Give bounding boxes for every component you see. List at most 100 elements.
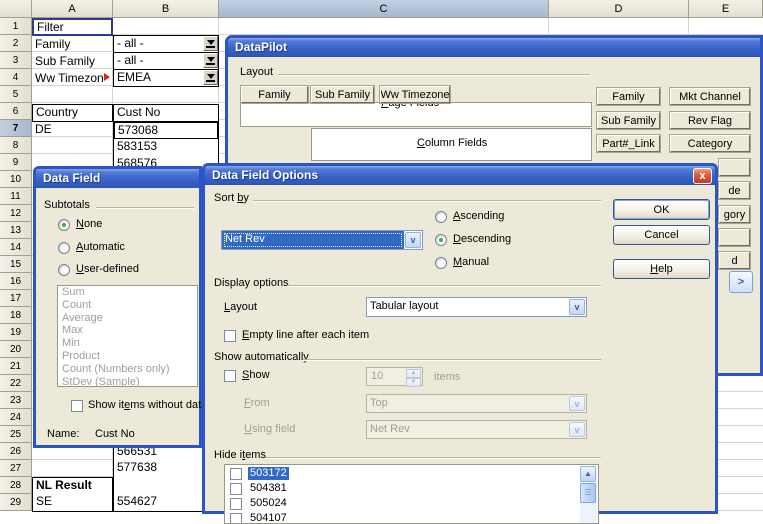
cell-a29[interactable]: SE <box>32 494 113 512</box>
radio-manual[interactable] <box>435 257 447 269</box>
hide-item-row[interactable]: 503172 <box>225 466 580 481</box>
cell-b4[interactable]: EMEA <box>113 69 219 87</box>
data-field-titlebar[interactable]: Data Field <box>36 169 199 188</box>
row-header-21[interactable]: 21 <box>0 358 31 375</box>
field-button-mktchannel[interactable]: Mkt Channel <box>670 88 750 105</box>
field-button-clipped-2[interactable]: de <box>719 182 750 199</box>
help-button[interactable]: Help <box>613 259 710 279</box>
ok-button[interactable]: OK <box>613 199 710 220</box>
row-header-9[interactable]: 9 <box>0 154 31 171</box>
cell-a4[interactable]: Ww Timezon <box>35 72 103 85</box>
row-header-27[interactable]: 27 <box>0 460 31 477</box>
col-header-B[interactable]: B <box>113 0 219 18</box>
layout-combobox[interactable]: Tabular layout v <box>366 297 587 317</box>
pagefield-button-family[interactable]: Family <box>241 86 308 103</box>
row-header-22[interactable]: 22 <box>0 375 31 392</box>
cell-a7[interactable]: DE <box>35 123 111 136</box>
field-button-clipped-1[interactable] <box>719 159 750 176</box>
radio-descending[interactable] <box>435 234 447 246</box>
field-button-subfamily[interactable]: Sub Family <box>597 112 660 129</box>
hide-item-row[interactable]: 504381 <box>225 481 580 496</box>
row-header-13[interactable]: 13 <box>0 222 31 239</box>
spin-down-icon[interactable]: ▼ <box>406 378 421 387</box>
row-header-7[interactable]: 7 <box>0 120 31 137</box>
row-header-11[interactable]: 11 <box>0 188 31 205</box>
spin-up-icon[interactable]: ▲ <box>406 369 421 378</box>
show-items-checkbox[interactable] <box>71 400 83 412</box>
row-header-28[interactable]: 28 <box>0 477 31 494</box>
pagefield-button-wwtimezone[interactable]: Ww Timezone <box>380 86 450 103</box>
cell-b3[interactable]: - all - <box>113 52 219 70</box>
chevron-down-icon[interactable]: v <box>405 232 421 248</box>
cell-b2[interactable]: - all - <box>113 35 219 53</box>
page-field-dropdown-b2[interactable] <box>203 36 218 51</box>
items-count-spinner[interactable]: 10 ▲▼ <box>366 367 423 386</box>
subtotal-functions-list[interactable]: SumCountAverageMaxMinProductCount (Numbe… <box>57 285 198 387</box>
hide-items-list[interactable]: 503172504381505024504107 ▲ ☰ <box>224 464 599 524</box>
scroll-up-icon[interactable]: ▲ <box>580 466 596 482</box>
field-button-clipped-4[interactable] <box>719 229 750 246</box>
radio-user-defined[interactable] <box>58 264 70 276</box>
row-header-2[interactable]: 2 <box>0 35 31 52</box>
field-button-family[interactable]: Family <box>597 88 660 105</box>
col-header-C[interactable]: C <box>219 0 549 18</box>
row-header-18[interactable]: 18 <box>0 307 31 324</box>
field-button-partlink[interactable]: Part#_Link <box>597 135 660 152</box>
row-header-25[interactable]: 25 <box>0 426 31 443</box>
col-header-E[interactable]: E <box>689 0 763 18</box>
cell-a28[interactable]: NL Result <box>32 477 113 495</box>
cell-a1[interactable]: Filter <box>32 18 113 36</box>
sort-field-combobox[interactable]: Net Rev v <box>221 230 423 250</box>
hide-item-checkbox[interactable] <box>230 483 242 495</box>
from-combobox[interactable]: Top v <box>366 394 587 413</box>
cell-b8[interactable]: 583153 <box>113 139 219 157</box>
row-header-23[interactable]: 23 <box>0 392 31 409</box>
cell-a6[interactable]: Country <box>32 104 113 122</box>
more-button[interactable]: > <box>729 271 753 293</box>
row-header-10[interactable]: 10 <box>0 171 31 188</box>
row-header-6[interactable]: 6 <box>0 103 31 120</box>
scrollbar-thumb[interactable]: ☰ <box>580 483 596 503</box>
radio-none[interactable] <box>58 219 70 231</box>
cell-b6[interactable]: Cust No <box>113 104 219 122</box>
spinner-buttons[interactable]: ▲▼ <box>406 369 421 384</box>
row-header-29[interactable]: 29 <box>0 494 31 511</box>
col-header-A[interactable]: A <box>32 0 113 18</box>
radio-automatic[interactable] <box>58 242 70 254</box>
row-header-1[interactable]: 1 <box>0 18 31 35</box>
chevron-down-icon[interactable]: v <box>569 299 585 315</box>
row-header-12[interactable]: 12 <box>0 205 31 222</box>
row-header-16[interactable]: 16 <box>0 273 31 290</box>
row-header-17[interactable]: 17 <box>0 290 31 307</box>
empty-line-checkbox[interactable] <box>224 330 236 342</box>
page-fields-dropzone[interactable]: Page Fields <box>240 102 592 127</box>
show-checkbox[interactable] <box>224 370 236 382</box>
row-header-15[interactable]: 15 <box>0 256 31 273</box>
column-fields-dropzone[interactable]: Column Fields <box>311 128 592 161</box>
row-header-4[interactable]: 4 <box>0 69 31 86</box>
hide-items-scrollbar[interactable]: ▲ ☰ <box>580 466 597 523</box>
datapilot-titlebar[interactable]: DataPilot <box>228 38 760 57</box>
hide-item-row[interactable]: 505024 <box>225 496 580 511</box>
cell-b7[interactable]: 573068 <box>113 121 219 140</box>
col-header-D[interactable]: D <box>549 0 689 18</box>
row-header-19[interactable]: 19 <box>0 324 31 341</box>
cancel-button[interactable]: Cancel <box>613 225 710 245</box>
page-field-dropdown-b3[interactable] <box>203 53 218 68</box>
sheet-corner[interactable] <box>0 0 32 18</box>
dfo-titlebar[interactable]: Data Field Options <box>205 166 715 185</box>
page-field-dropdown-b4[interactable] <box>203 70 218 85</box>
pagefield-button-subfamily[interactable]: Sub Family <box>311 86 374 103</box>
row-header-8[interactable]: 8 <box>0 137 31 154</box>
row-header-3[interactable]: 3 <box>0 52 31 69</box>
cell-a2[interactable]: Family <box>35 38 111 51</box>
row-header-14[interactable]: 14 <box>0 239 31 256</box>
hide-item-checkbox[interactable] <box>230 468 242 480</box>
row-header-20[interactable]: 20 <box>0 341 31 358</box>
row-header-24[interactable]: 24 <box>0 409 31 426</box>
using-field-combobox[interactable]: Net Rev v <box>366 420 587 439</box>
radio-ascending[interactable] <box>435 211 447 223</box>
row-header-5[interactable]: 5 <box>0 86 31 103</box>
field-button-clipped-3[interactable]: gory <box>719 206 750 223</box>
field-button-clipped-5[interactable]: d <box>719 252 750 269</box>
